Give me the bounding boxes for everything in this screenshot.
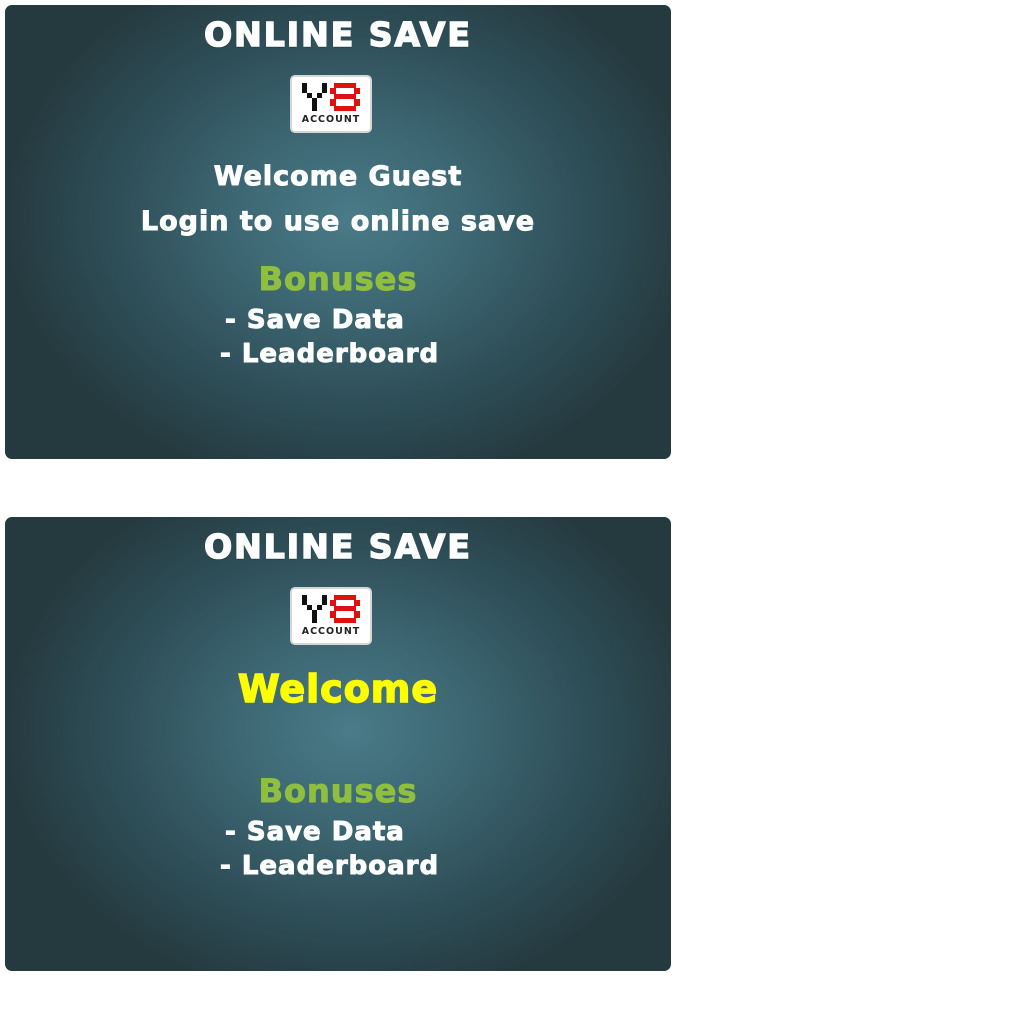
y8-logo-icon bbox=[302, 83, 360, 111]
bonuses-heading: Bonuses bbox=[258, 260, 418, 299]
y8-logo-icon bbox=[302, 595, 360, 623]
bonuses-heading: Bonuses bbox=[258, 772, 418, 811]
login-prompt-link[interactable]: Login to use online save bbox=[5, 206, 671, 238]
online-save-panel-guest: ONLINE SAVE ACCOUNT Welcome Guest Login … bbox=[5, 5, 671, 459]
panel-title: ONLINE SAVE bbox=[203, 526, 472, 567]
y8-account-logo-button[interactable]: ACCOUNT bbox=[290, 587, 372, 645]
logo-account-label: ACCOUNT bbox=[301, 114, 361, 125]
y8-account-logo-button[interactable]: ACCOUNT bbox=[290, 75, 372, 133]
bonus-item-leaderboard: - Leaderboard bbox=[219, 339, 440, 370]
bonus-item-save-data: - Save Data bbox=[225, 305, 405, 336]
welcome-guest-text: Welcome Guest bbox=[213, 161, 463, 193]
welcome-user-text: Welcome bbox=[237, 666, 439, 712]
bonus-item-save-data: - Save Data bbox=[225, 817, 405, 848]
online-save-panel-logged-in: ONLINE SAVE ACCOUNT Welcome Bonuses - Sa… bbox=[5, 517, 671, 971]
logo-account-label: ACCOUNT bbox=[301, 626, 361, 637]
panel-title: ONLINE SAVE bbox=[203, 14, 472, 55]
bonus-item-leaderboard: - Leaderboard bbox=[219, 851, 440, 882]
